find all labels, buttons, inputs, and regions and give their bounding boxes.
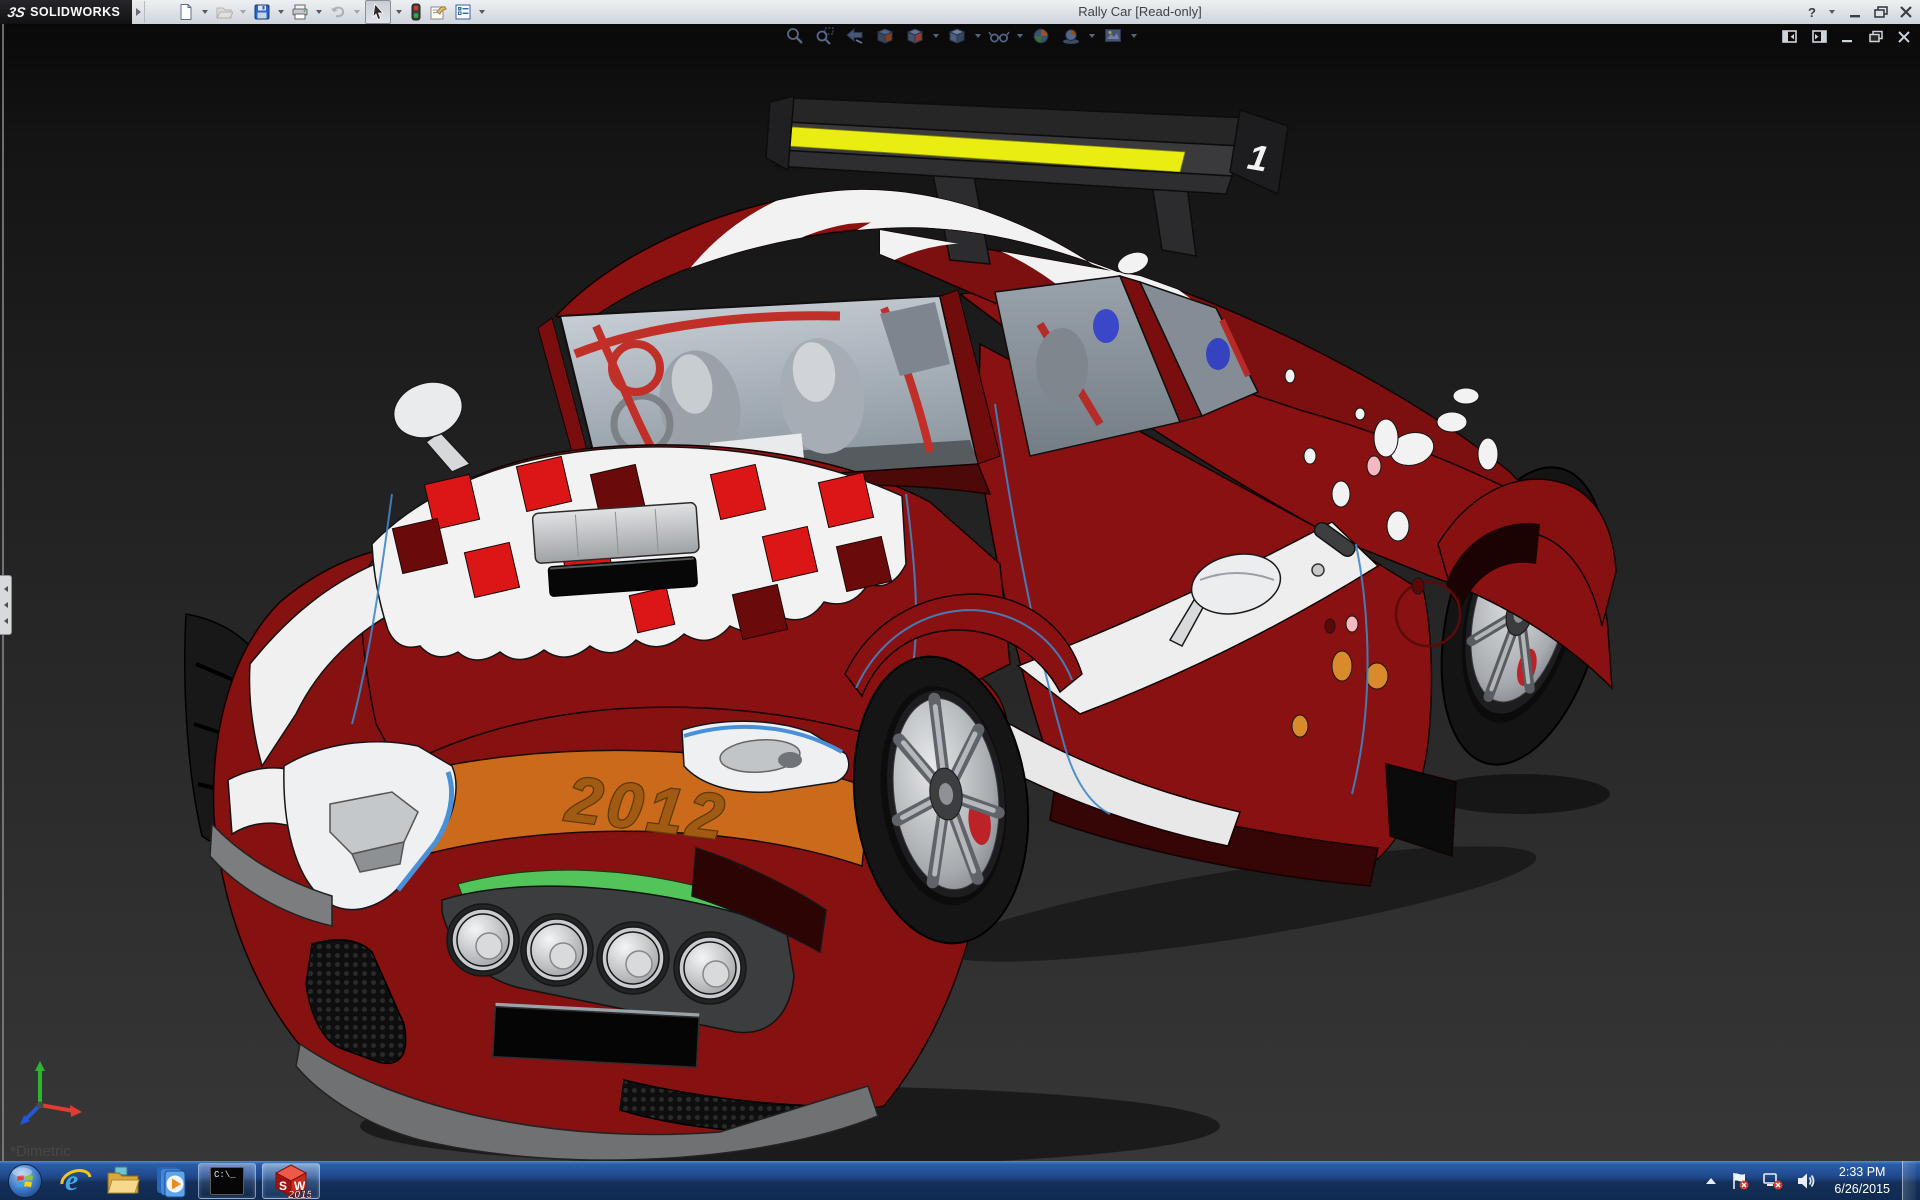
rally-car-3d-model[interactable]: 1 [0,24,1920,1161]
taskbar-windows-explorer[interactable] [105,1163,141,1199]
show-desktop-button[interactable] [1902,1161,1916,1200]
taskbar-internet-explorer[interactable]: e [57,1163,93,1199]
solidworks-2015-icon: S W 2015 [271,1163,311,1199]
show-hidden-icons-button[interactable] [1704,1176,1718,1186]
orientation-triad [16,1057,94,1135]
titlebar: 3S SOLIDWORKS [0,0,1920,25]
internet-explorer-icon: e [58,1164,92,1198]
start-button[interactable] [6,1162,43,1199]
svg-text:S: S [279,1179,287,1193]
svg-text:2015: 2015 [287,1189,311,1199]
help-button[interactable]: ? [1808,5,1816,20]
traffic-light-icon [409,3,423,21]
print-icon [291,3,309,21]
window-title: Rally Car [Read-only] [1010,4,1270,19]
command-prompt-icon: C:\_ [210,1167,244,1195]
print-button[interactable] [289,1,311,23]
new-button[interactable] [175,1,197,23]
options-button[interactable] [452,1,474,23]
y-axis-arrow [35,1061,45,1071]
x-axis-arrow [70,1105,82,1117]
undo-icon [329,3,347,21]
windows-taskbar: e C:\_ [0,1161,1920,1200]
options-list-icon [454,3,472,21]
select-cursor-icon [368,3,388,21]
view-orientation-label: *Dimetric [10,1143,71,1160]
license-plate [493,1003,700,1068]
save-button[interactable] [251,1,273,23]
standard-toolbar [175,0,488,24]
open-folder-icon [215,3,233,21]
select-button[interactable] [365,0,391,24]
save-floppy-icon [253,3,271,21]
restore-button[interactable] [1873,5,1889,19]
file-properties-button[interactable] [427,1,450,23]
svg-text:e: e [65,1164,78,1197]
solidworks-logo: 3S SOLIDWORKS [0,0,132,24]
network-status-icon[interactable] [1762,1171,1784,1191]
brand-name: SOLIDWORKS [30,5,120,19]
titlebar-controls: ? [1808,0,1914,24]
windows-start-icon [7,1163,43,1199]
close-button[interactable] [1899,5,1914,19]
volume-icon[interactable] [1796,1171,1816,1191]
menu-flyout-button[interactable] [132,1,145,23]
taskbar-solidworks[interactable]: S W 2015 [262,1163,320,1199]
system-tray: 2:33 PM 6/26/2015 [1704,1161,1920,1200]
folder-icon [105,1165,141,1197]
action-center-icon[interactable] [1730,1171,1750,1191]
minimize-button[interactable] [1848,5,1863,19]
graphics-viewport[interactable]: 1 [0,24,1920,1161]
hood-intake [532,502,701,597]
solidworks-window: 3S SOLIDWORKS [0,0,1920,1200]
file-properties-icon [429,3,448,21]
rebuild-button[interactable] [407,1,425,23]
clock-date: 6/26/2015 [1834,1181,1890,1197]
taskbar-media-player[interactable] [153,1163,189,1199]
media-player-icon [153,1164,189,1198]
taskbar-clock[interactable]: 2:33 PM 6/26/2015 [1834,1164,1890,1197]
open-button[interactable] [213,1,235,23]
new-document-icon [177,3,195,21]
taskbar-command-prompt[interactable]: C:\_ [198,1163,256,1199]
clock-time: 2:33 PM [1834,1164,1890,1180]
3ds-logo-mark: 3S [6,4,27,20]
undo-button[interactable] [327,1,349,23]
help-dropdown[interactable] [1829,10,1835,14]
